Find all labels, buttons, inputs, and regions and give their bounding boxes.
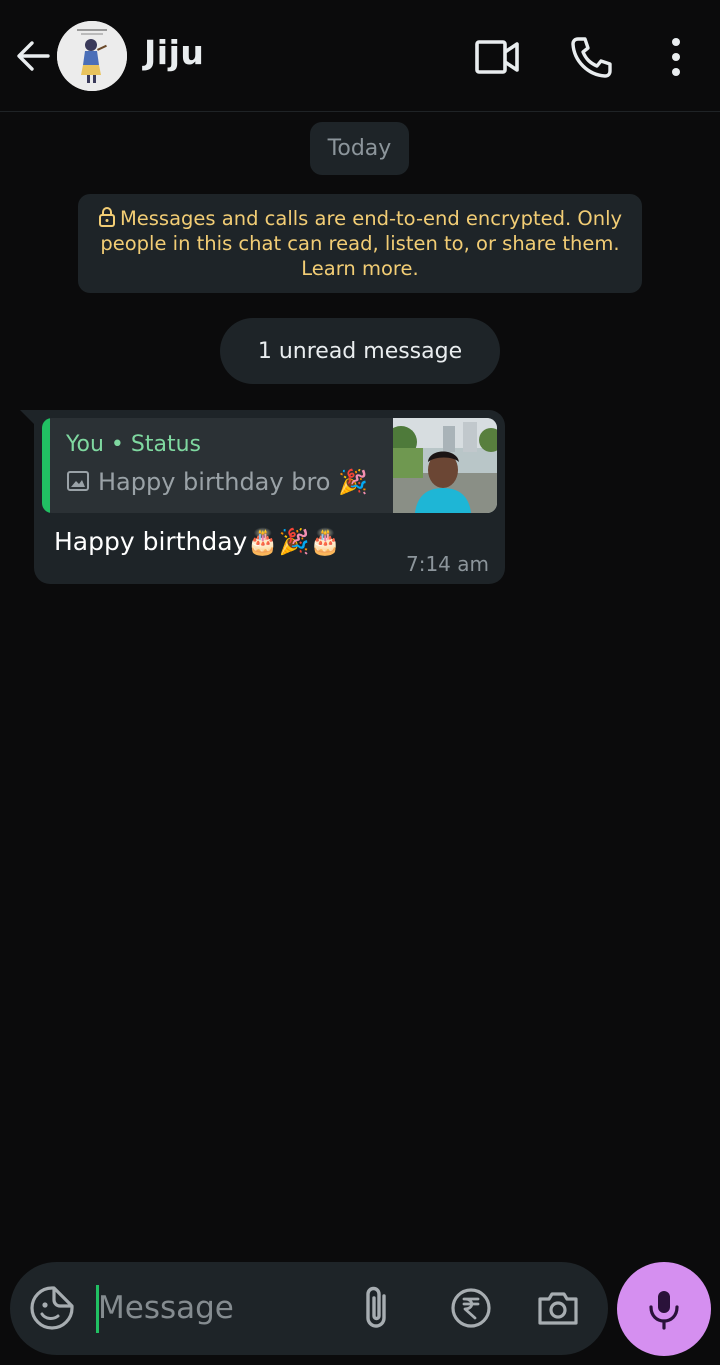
video-call-icon[interactable]: [474, 34, 520, 80]
lock-icon: [98, 207, 115, 227]
more-options-icon[interactable]: [662, 34, 690, 80]
avatar[interactable]: [57, 21, 127, 91]
encryption-notice-text: Messages and calls are end-to-end encryp…: [90, 206, 630, 281]
avatar-image: [57, 21, 127, 91]
message-input[interactable]: [96, 1282, 338, 1334]
message-text: Happy birthday🎂🎉🎂: [54, 527, 341, 556]
attach-icon[interactable]: [354, 1284, 402, 1332]
message-composer: [10, 1262, 608, 1355]
status-thumbnail: [393, 418, 497, 513]
rupee-payment-icon[interactable]: [447, 1284, 495, 1332]
message-time: 7:14 am: [405, 552, 489, 576]
date-chip: Today: [310, 122, 409, 175]
quote-text: Happy birthday bro 🎉: [66, 468, 368, 496]
status-reply-quote[interactable]: You • Status Happy birthday bro 🎉: [42, 418, 497, 513]
voice-call-icon[interactable]: [569, 34, 615, 80]
contact-name[interactable]: Jiju: [144, 33, 204, 72]
quote-accent-bar: [42, 418, 50, 513]
quote-author: You • Status: [66, 432, 201, 457]
mic-icon: [649, 1291, 679, 1330]
back-arrow-icon[interactable]: [14, 37, 52, 75]
image-icon: [67, 471, 89, 491]
encryption-notice[interactable]: Messages and calls are end-to-end encryp…: [78, 194, 642, 293]
encryption-text: Messages and calls are end-to-end encryp…: [100, 207, 623, 280]
sticker-icon[interactable]: [28, 1284, 76, 1332]
camera-icon[interactable]: [534, 1284, 582, 1332]
incoming-message-bubble[interactable]: You • Status Happy birthday bro 🎉 Happy …: [34, 410, 505, 584]
unread-messages-label: 1 unread message: [220, 318, 500, 384]
voice-message-button[interactable]: [617, 1262, 711, 1356]
chat-header: Jiju: [0, 0, 720, 112]
quote-caption: Happy birthday bro 🎉: [98, 468, 368, 496]
